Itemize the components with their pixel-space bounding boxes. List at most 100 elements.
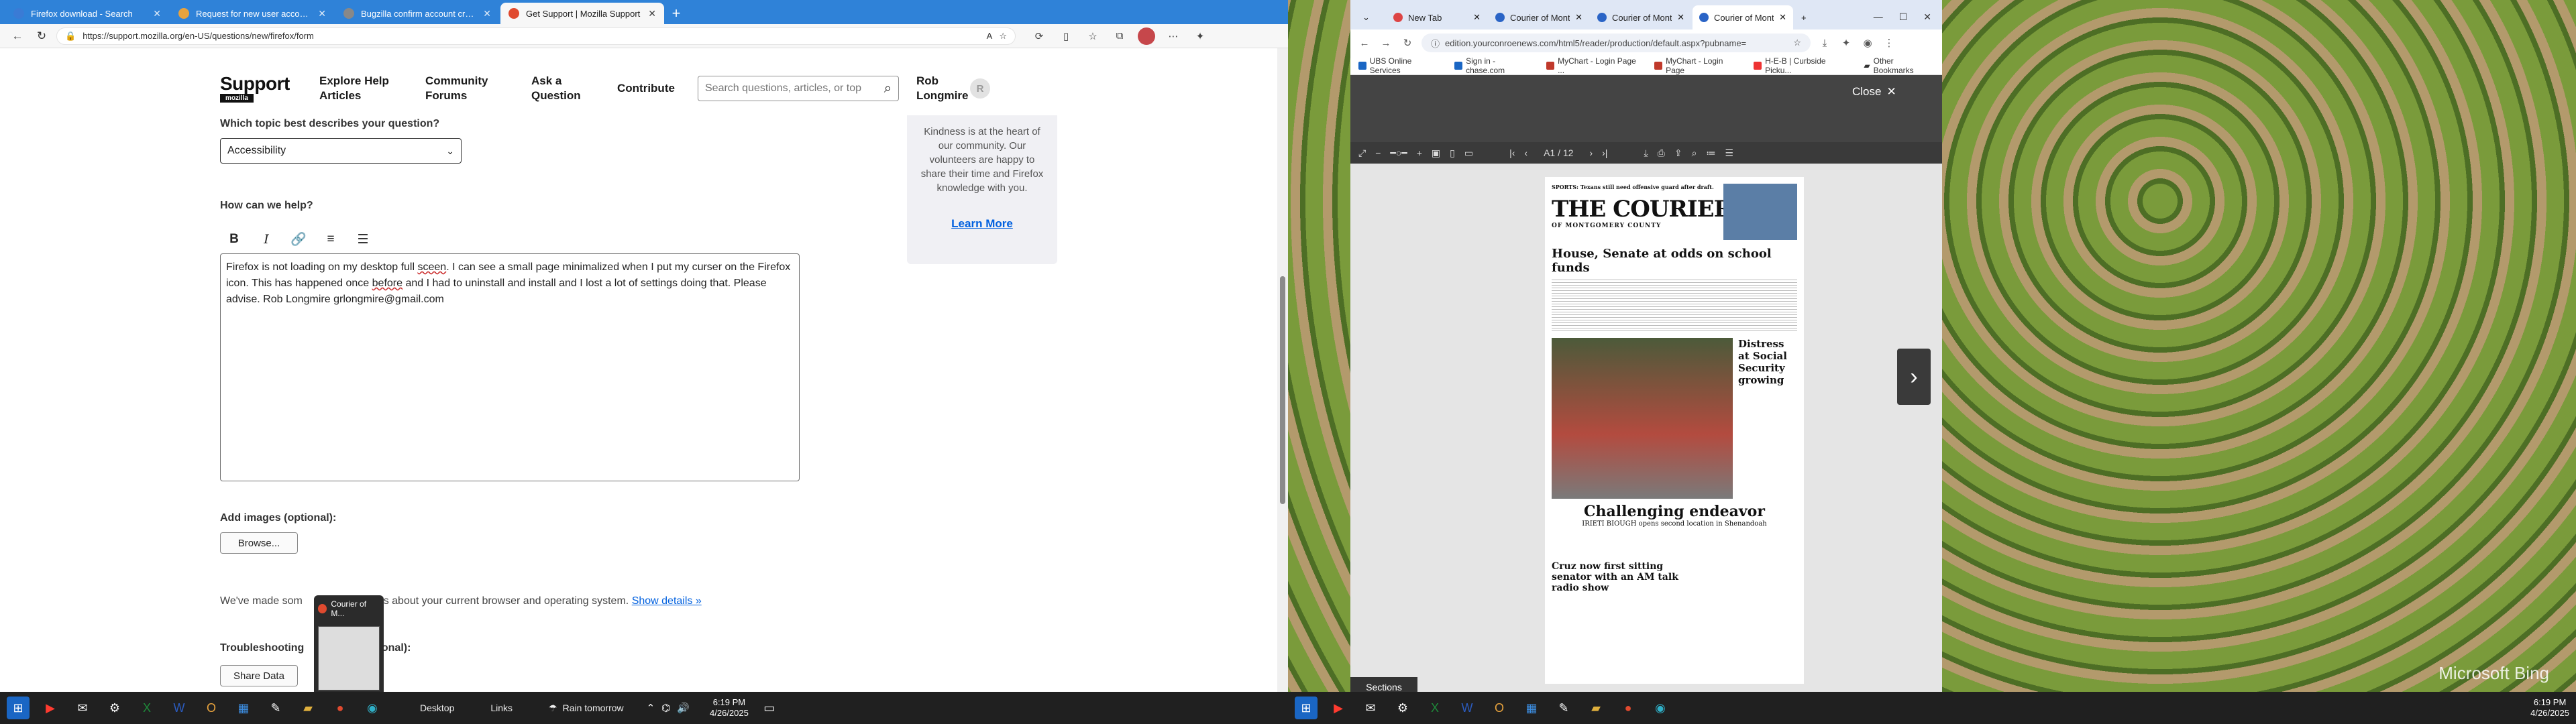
- nav-ask-question[interactable]: Ask a Question: [531, 74, 592, 103]
- edge-icon[interactable]: ◉: [361, 697, 384, 719]
- download-icon[interactable]: ⤓: [1817, 38, 1832, 49]
- tab-search-icon[interactable]: ⌄: [1356, 5, 1385, 29]
- collections-icon[interactable]: ⧉: [1111, 27, 1128, 45]
- other-bookmarks[interactable]: ▰ Other Bookmarks: [1864, 56, 1934, 75]
- favorite-star-icon[interactable]: ☆: [999, 31, 1007, 42]
- fit-icon[interactable]: ⤢: [1358, 147, 1366, 159]
- file-explorer-icon[interactable]: ▰: [297, 697, 319, 719]
- close-tab-icon[interactable]: ✕: [648, 8, 656, 19]
- new-tab-button[interactable]: +: [665, 3, 687, 24]
- scrollbar-thumb[interactable]: [1280, 276, 1285, 504]
- paint-icon[interactable]: ✎: [264, 697, 287, 719]
- prev-page-icon[interactable]: ‹: [1524, 147, 1527, 158]
- avatar[interactable]: R: [970, 78, 990, 99]
- search-icon[interactable]: ⌕: [884, 81, 892, 97]
- back-icon[interactable]: ←: [8, 27, 27, 46]
- system-tray[interactable]: ⌃ ⌬ 🔊: [647, 702, 690, 714]
- bookmark-star-icon[interactable]: ☆: [1793, 38, 1801, 48]
- nav-explore-help[interactable]: Explore Help Articles: [319, 74, 400, 103]
- browse-button[interactable]: Browse...: [220, 532, 298, 554]
- outlook-icon[interactable]: O: [200, 697, 223, 719]
- tab-courier-1[interactable]: Courier of Montg ✕: [1489, 5, 1589, 29]
- bold-icon[interactable]: B: [225, 231, 243, 248]
- favorites-icon[interactable]: ☆: [1084, 27, 1102, 45]
- clock[interactable]: 6:19 PM 4/26/2025: [710, 697, 749, 719]
- extensions-icon[interactable]: ✦: [1839, 37, 1854, 49]
- forward-icon[interactable]: →: [1379, 38, 1393, 49]
- desktop-toolbar[interactable]: Desktop: [420, 703, 454, 713]
- numbered-list-icon[interactable]: ≡: [322, 231, 339, 248]
- word-icon[interactable]: W: [1456, 697, 1479, 719]
- tab-request-account[interactable]: Request for new user account lis ✕: [170, 3, 334, 24]
- settings-gear-icon[interactable]: ⚙: [1391, 697, 1414, 719]
- bookmark-chase[interactable]: Sign in - chase.com: [1454, 56, 1534, 75]
- profile-icon[interactable]: [1138, 27, 1155, 45]
- share-data-button[interactable]: Share Data: [220, 665, 298, 686]
- last-page-icon[interactable]: ›|: [1602, 147, 1607, 158]
- page-scrollbar[interactable]: [1277, 48, 1288, 692]
- minimize-icon[interactable]: —: [1874, 11, 1883, 23]
- question-textarea[interactable]: Firefox is not loading on my desktop ful…: [220, 253, 800, 481]
- firefox-icon[interactable]: ●: [1617, 697, 1640, 719]
- print-icon[interactable]: ⎙: [1658, 147, 1665, 159]
- calculator-icon[interactable]: ▦: [232, 697, 255, 719]
- youtube-icon[interactable]: ▶: [1327, 697, 1350, 719]
- refresh-icon[interactable]: ↻: [1400, 37, 1415, 49]
- refresh-icon[interactable]: ↻: [32, 27, 51, 46]
- menu-icon[interactable]: ☰: [1725, 147, 1733, 159]
- more-menu-icon[interactable]: ⋯: [1165, 27, 1182, 45]
- profile-icon[interactable]: ◉: [1860, 37, 1875, 49]
- bookmark-ubs[interactable]: UBS Online Services: [1358, 56, 1442, 75]
- single-page-icon[interactable]: ▯: [1450, 147, 1455, 159]
- copilot-icon[interactable]: ✦: [1191, 27, 1209, 45]
- close-viewer-button[interactable]: Close ✕: [1852, 82, 1909, 102]
- notification-icon[interactable]: ▭: [758, 697, 781, 719]
- weather-widget[interactable]: ☂ Rain tomorrow: [549, 703, 624, 714]
- bookmark-mychart-1[interactable]: MyChart - Login Page ...: [1546, 56, 1642, 75]
- list-icon[interactable]: ≔: [1706, 147, 1715, 159]
- tab-new-tab[interactable]: New Tab ✕: [1387, 5, 1487, 29]
- close-window-icon[interactable]: ✕: [1923, 11, 1931, 23]
- learn-more-link[interactable]: Learn More: [919, 217, 1045, 231]
- excel-icon[interactable]: X: [136, 697, 158, 719]
- newspaper-page[interactable]: SPORTS: Texans still need offensive guar…: [1545, 177, 1804, 684]
- zoom-out-icon[interactable]: −: [1375, 147, 1381, 158]
- tab-bugzilla[interactable]: Bugzilla confirm account creatio ✕: [335, 3, 499, 24]
- link-icon[interactable]: 🔗: [290, 231, 307, 248]
- clock[interactable]: 6:19 PM 4/26/2025: [2530, 697, 2569, 719]
- share-icon[interactable]: ⇪: [1674, 147, 1682, 159]
- url-field[interactable]: 🔒 https://support.mozilla.org/en-US/ques…: [56, 27, 1016, 45]
- outlook-icon[interactable]: O: [1488, 697, 1511, 719]
- page-view-icon[interactable]: ▣: [1432, 147, 1440, 159]
- tab-courier-2[interactable]: Courier of Montg ✕: [1591, 5, 1691, 29]
- youtube-icon[interactable]: ▶: [39, 697, 62, 719]
- links-toolbar[interactable]: Links: [490, 703, 513, 713]
- user-name[interactable]: Rob Longmire: [916, 74, 970, 103]
- excel-icon[interactable]: X: [1424, 697, 1446, 719]
- mozilla-support-logo[interactable]: Support mozilla: [220, 72, 294, 105]
- url-field[interactable]: ⓘ edition.yourconroenews.com/html5/reade…: [1421, 34, 1811, 52]
- edge-icon[interactable]: ◉: [1649, 697, 1672, 719]
- show-details-link[interactable]: Show details »: [632, 595, 702, 607]
- taskbar-preview-popup[interactable]: Courier of M...: [314, 595, 384, 696]
- calculator-icon[interactable]: ▦: [1520, 697, 1543, 719]
- maximize-icon[interactable]: ☐: [1899, 11, 1908, 23]
- close-tab-icon[interactable]: ✕: [483, 8, 491, 19]
- start-icon[interactable]: ⊞: [7, 697, 30, 719]
- tab-get-support[interactable]: Get Support | Mozilla Support ✕: [500, 3, 664, 24]
- download-icon[interactable]: ⤓: [1644, 147, 1648, 159]
- mail-icon[interactable]: ✉: [1359, 697, 1382, 719]
- nav-community-forums[interactable]: Community Forums: [425, 74, 506, 103]
- next-page-arrow[interactable]: ›: [1897, 349, 1931, 405]
- new-tab-button[interactable]: +: [1794, 5, 1815, 29]
- search-icon[interactable]: ⌕: [1692, 147, 1697, 159]
- close-tab-icon[interactable]: ✕: [318, 8, 326, 19]
- back-icon[interactable]: ←: [1357, 38, 1372, 49]
- extensions-icon[interactable]: ⟳: [1030, 27, 1048, 45]
- word-icon[interactable]: W: [168, 697, 191, 719]
- tab-courier-3[interactable]: Courier of Montg ✕: [1693, 5, 1793, 29]
- zoom-in-icon[interactable]: +: [1417, 147, 1422, 158]
- file-explorer-icon[interactable]: ▰: [1585, 697, 1607, 719]
- settings-gear-icon[interactable]: ⚙: [103, 697, 126, 719]
- firefox-icon[interactable]: ●: [329, 697, 352, 719]
